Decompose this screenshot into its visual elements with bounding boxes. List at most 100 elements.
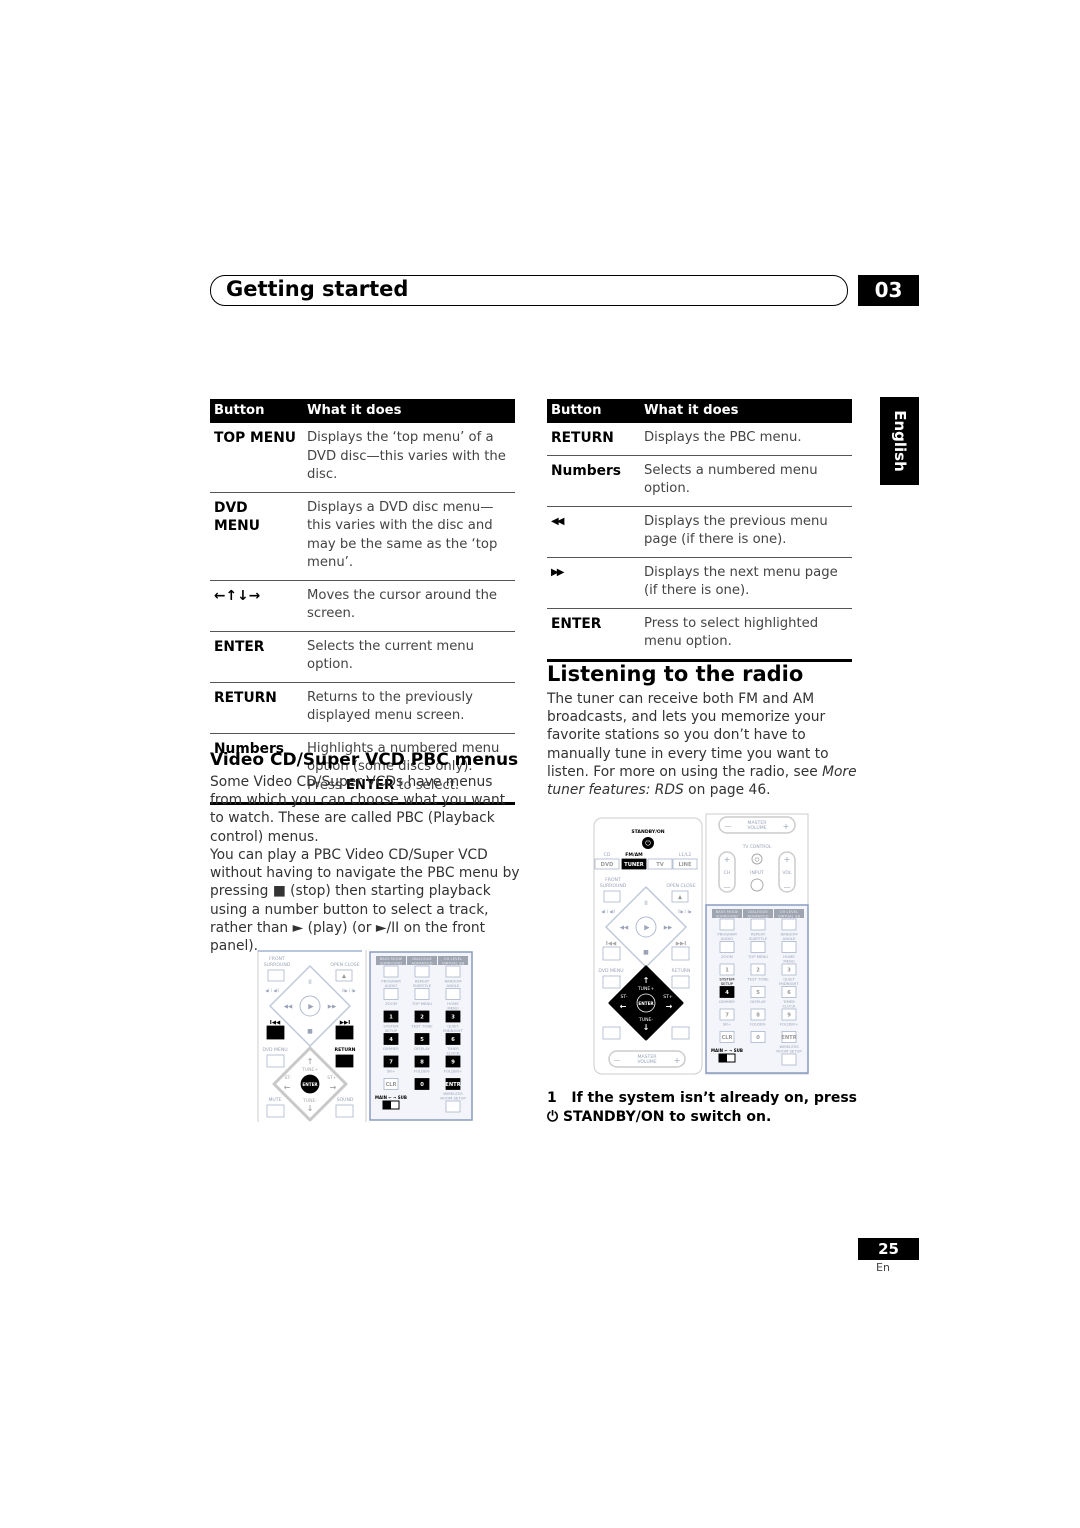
remote-label: VOLUME	[747, 825, 766, 831]
remote-label: ST-	[621, 994, 628, 1000]
remote-label: CH	[724, 870, 731, 876]
keypad-label: DISPLAY	[414, 1046, 430, 1051]
pause-icon: II	[644, 900, 648, 907]
keypad-button	[445, 965, 461, 978]
enter-label: ENTER	[638, 1001, 654, 1006]
remote-key-label: CLR	[721, 1035, 732, 1041]
keypad-label: ADVANCED	[747, 914, 768, 919]
keypad-button	[414, 988, 430, 1000]
remote-label: SOUND	[337, 1097, 354, 1103]
keypad-label: TOP MENU	[411, 1001, 432, 1006]
main-sub-label: MAIN ⌐ ¬ SUB	[711, 1048, 743, 1053]
remote-key-label: 4	[389, 1037, 393, 1043]
keypad-label: MENU	[447, 1006, 459, 1011]
input-top-label: L1/L2	[679, 852, 692, 858]
column-header: What it does	[303, 399, 515, 423]
keypad-label: DISPLAY	[750, 999, 766, 1004]
table-row: RETURN Returns to the previously displaye…	[210, 682, 515, 734]
right-arrow-icon: →	[330, 1083, 337, 1092]
return-button	[335, 1054, 354, 1068]
keypad-label: ROOM SETUP	[440, 1096, 466, 1101]
remote-label: ST-	[285, 1075, 292, 1081]
keypad-label: SURROUND	[716, 914, 738, 919]
dvd-menu-button	[266, 1054, 285, 1068]
remote-key-label: 3	[451, 1015, 455, 1021]
keypad-button	[719, 918, 735, 931]
step-1: 1 If the system isn’t already on, press …	[547, 1090, 857, 1125]
remote-key-label: TUNER	[624, 862, 644, 868]
remote-label: SURROUND	[264, 962, 291, 968]
standby-label: STANDBY/ON	[631, 829, 664, 835]
volume-up-icon: +	[674, 1056, 681, 1065]
pbc-paragraph-1: Some Video CD/Super VCDs have menus from…	[210, 774, 506, 845]
right-arrow-icon: →	[666, 1002, 673, 1011]
keypad-label: ANGLE	[783, 936, 796, 941]
remote-key-label: ENTR	[445, 1082, 460, 1088]
remote-key-label: 9	[451, 1060, 455, 1066]
remote-key-label: 1	[725, 968, 729, 974]
up-arrow-icon: ↑	[307, 1057, 314, 1066]
keypad-button	[383, 988, 399, 1000]
keypad-button	[445, 988, 461, 1000]
step-number: 1	[547, 1090, 557, 1106]
previous-button	[266, 1025, 285, 1040]
keypad-label: FOLDER-	[750, 1022, 767, 1027]
stop-icon: ■	[272, 883, 286, 900]
previous-icon: I◀◀	[606, 941, 617, 947]
previous-icon: ◀◀	[547, 506, 640, 558]
pbc-paragraph-2: You can play a PBC Video CD/Super VCD wi…	[210, 847, 520, 955]
chapter-number: 03	[858, 275, 919, 306]
keypad-button	[750, 918, 766, 931]
keypad-label: SR+	[723, 1022, 731, 1027]
table-row: RETURN Displays the PBC menu.	[547, 423, 852, 456]
language-tab: English	[880, 397, 919, 485]
remote-label: RETURN	[335, 1047, 356, 1053]
keypad-label: ANGLE	[447, 983, 460, 988]
remote-label: TUNE+	[637, 986, 655, 992]
front-surround-button	[267, 969, 285, 982]
next-button	[671, 946, 690, 961]
keypad-label: SURROUND	[380, 961, 402, 966]
tv-power-icon: ⏻	[755, 857, 760, 864]
remote-label: VOL	[782, 870, 792, 876]
next-icon: ▶▶I	[340, 1020, 351, 1026]
remote-key-label: 8	[756, 1013, 760, 1019]
down-arrow-icon: ↓	[643, 1023, 650, 1032]
keypad-label: SUBTITLE	[413, 983, 432, 988]
keypad-label: ZOOM	[385, 1001, 397, 1006]
remote-key-label: 1	[389, 1015, 393, 1021]
table-row: TOP MENU Displays the ‘top menu’ of a DVD…	[210, 423, 515, 493]
table-row: ENTER Press to select highlighted menu op…	[547, 608, 852, 662]
column-header: Button	[210, 399, 303, 423]
left-arrow-icon: ←	[284, 1083, 291, 1092]
keypad-label: TEST TONE	[746, 977, 769, 982]
keypad-button	[383, 965, 399, 978]
remote-key-label: LINE	[678, 862, 692, 868]
power-icon: ⏻	[547, 1108, 559, 1125]
remote-key-label: 6	[787, 990, 791, 996]
keypad-button	[781, 918, 797, 931]
remote-label: OPEN CLOSE	[666, 883, 695, 889]
volume-up-icon: +	[783, 822, 790, 831]
remote-key-label: DVD	[601, 862, 614, 868]
previous-button	[602, 946, 621, 961]
radio-paragraph: The tuner can receive both FM and AM bro…	[547, 691, 857, 799]
wireless-room-setup-button	[445, 1100, 461, 1113]
keypad-label: CLOCK	[447, 1051, 460, 1056]
section-title: Getting started	[226, 277, 409, 301]
tv-input-button	[750, 878, 764, 892]
keypad-button	[719, 941, 735, 953]
remote-key-label: 8	[420, 1060, 424, 1066]
power-icon: ⏻	[645, 840, 651, 848]
column-header: What it does	[640, 399, 852, 423]
next-icon: ▶▶I	[676, 941, 687, 947]
table-row: ENTER Selects the current menu option.	[210, 631, 515, 683]
page-language: En	[876, 1261, 890, 1274]
remote-key-label: 7	[725, 1013, 729, 1019]
keypad-label: FOLDER-	[414, 1069, 431, 1074]
keypad-label: ADVANCED	[411, 961, 432, 966]
remote-label: SURROUND	[600, 883, 627, 889]
remote-label: INPUT	[750, 870, 764, 876]
play-icon: ▶	[644, 924, 650, 932]
fast-forward-icon: ▶▶	[328, 1004, 337, 1010]
